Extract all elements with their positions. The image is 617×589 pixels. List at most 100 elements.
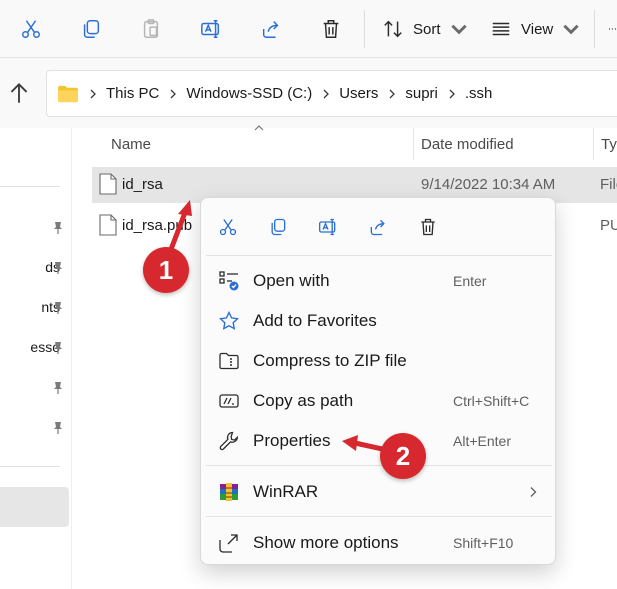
column-header-type[interactable]: Typ	[601, 128, 617, 160]
file-type: PUB	[600, 217, 617, 234]
menu-item-label: Compress to ZIP file	[253, 351, 407, 370]
menu-item-open-with[interactable]: Open with Enter	[206, 262, 552, 300]
pin-icon[interactable]	[52, 301, 64, 315]
winrar-icon	[220, 483, 238, 501]
copy-path-icon	[219, 394, 239, 408]
copy-icon	[271, 218, 286, 236]
cut-icon	[22, 20, 40, 38]
view-icon	[492, 22, 510, 36]
column-divider[interactable]	[593, 128, 594, 160]
file-icon	[99, 214, 117, 236]
column-divider[interactable]	[413, 128, 414, 160]
chevron-right-icon	[389, 89, 396, 98]
share-icon	[370, 219, 385, 236]
chevron-down-icon	[563, 24, 579, 35]
pin-icon[interactable]	[52, 381, 64, 395]
address-bar[interactable]: This PC Windows-SSD (C:) Users supri .ss…	[46, 70, 617, 117]
breadcrumb-users[interactable]: Users	[339, 85, 378, 102]
file-name: id_rsa.pub	[122, 217, 193, 234]
delete-button[interactable]	[316, 12, 346, 46]
column-header-name[interactable]: Name	[111, 128, 151, 160]
menu-item-shortcut: Ctrl+Shift+C	[453, 393, 530, 409]
ctx-rename-button[interactable]	[312, 211, 344, 243]
file-date: 9/14/2022 10:34 AM	[421, 176, 556, 193]
menu-item-properties[interactable]: Properties Alt+Enter	[206, 422, 552, 460]
copy-button[interactable]	[76, 12, 106, 46]
up-button[interactable]	[6, 78, 32, 108]
nav-item-documents[interactable]: nts	[0, 299, 60, 315]
ctx-share-button[interactable]	[362, 211, 394, 243]
chevron-right-icon	[449, 89, 455, 98]
menu-item-label: Copy as path	[253, 391, 354, 410]
annotation-step-1: 1	[143, 247, 189, 293]
expand-icon	[219, 534, 238, 553]
menu-item-add-to-favorites[interactable]: Add to Favorites	[206, 302, 552, 340]
command-bar: Sort View	[0, 0, 617, 58]
nav-item-downloads[interactable]: ds	[0, 259, 60, 275]
ctx-delete-button[interactable]	[412, 211, 444, 243]
cut-button[interactable]	[16, 12, 46, 46]
star-icon	[219, 311, 239, 330]
chevron-right-icon	[170, 89, 177, 98]
menu-divider	[206, 516, 552, 517]
delete-icon	[323, 20, 339, 38]
nav-item-folder[interactable]: esso	[0, 339, 60, 355]
toolbar-separator	[594, 10, 595, 48]
wrench-icon	[219, 431, 238, 451]
menu-item-winrar[interactable]: WinRAR	[206, 473, 552, 511]
toolbar-separator	[364, 10, 365, 48]
chevron-right-icon	[90, 89, 96, 98]
rename-icon	[201, 20, 220, 38]
column-header-date[interactable]: Date modified	[421, 128, 514, 160]
view-button[interactable]: View	[490, 12, 582, 46]
rename-icon	[319, 218, 336, 236]
paste-icon	[143, 19, 159, 38]
chevron-right-icon	[530, 487, 537, 497]
menu-divider	[206, 255, 552, 256]
chevron-down-icon	[450, 24, 467, 35]
menu-item-shortcut: Alt+Enter	[453, 433, 511, 449]
breadcrumb-this-pc[interactable]: This PC	[106, 85, 159, 102]
nav-item-selected[interactable]	[0, 487, 69, 527]
paste-button[interactable]	[136, 12, 166, 46]
menu-item-label: WinRAR	[253, 482, 319, 501]
view-label: View	[521, 20, 554, 38]
sort-icon	[384, 20, 402, 38]
menu-item-compress-zip[interactable]: Compress to ZIP file	[206, 342, 552, 380]
sort-label: Sort	[413, 20, 441, 38]
menu-item-show-more-options[interactable]: Show more options Shift+F10	[206, 524, 552, 562]
menu-divider	[206, 465, 552, 466]
file-type: File	[600, 176, 617, 193]
menu-item-label: Show more options	[253, 533, 399, 552]
arrow-up-icon	[10, 83, 28, 103]
menu-item-shortcut: Shift+F10	[453, 535, 514, 551]
breadcrumb-ssh[interactable]: .ssh	[465, 85, 493, 102]
file-name: id_rsa	[122, 176, 163, 193]
menu-item-label: Properties	[253, 431, 331, 450]
pin-icon[interactable]	[52, 261, 64, 275]
more-button[interactable]	[608, 12, 617, 46]
menu-item-shortcut: Enter	[453, 273, 487, 289]
context-menu: Open with Enter Add to Favorites Compres…	[200, 197, 556, 565]
menu-item-label: Add to Favorites	[253, 311, 377, 330]
menu-item-copy-as-path[interactable]: Copy as path Ctrl+Shift+C	[206, 382, 552, 420]
chevron-right-icon	[323, 89, 330, 98]
copy-icon	[83, 20, 100, 38]
cut-icon	[219, 219, 237, 236]
sort-button[interactable]: Sort	[382, 12, 470, 46]
nav-divider	[0, 466, 60, 467]
folder-icon	[58, 85, 78, 102]
pin-icon[interactable]	[52, 421, 64, 435]
pin-icon[interactable]	[52, 221, 64, 235]
pin-icon[interactable]	[52, 341, 64, 355]
zip-folder-icon	[219, 352, 239, 370]
open-with-icon	[219, 271, 239, 291]
rename-button[interactable]	[196, 12, 226, 46]
breadcrumb-supri[interactable]: supri	[405, 85, 438, 102]
more-icon	[608, 28, 617, 30]
delete-icon	[421, 218, 435, 236]
ctx-copy-button[interactable]	[262, 211, 294, 243]
ctx-cut-button[interactable]	[212, 211, 244, 243]
breadcrumb-drive[interactable]: Windows-SSD (C:)	[186, 85, 312, 102]
share-button[interactable]	[256, 12, 286, 46]
